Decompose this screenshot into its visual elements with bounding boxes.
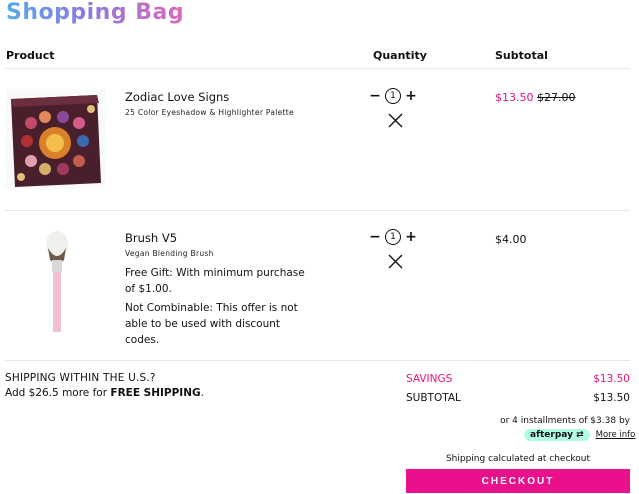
divider — [5, 360, 630, 361]
quantity-stepper: − 1 + — [368, 88, 418, 104]
quantity-value: 1 — [385, 229, 401, 245]
column-header-quantity: Quantity — [373, 49, 427, 62]
product-subtitle: Vegan Blending Brush — [125, 249, 214, 258]
close-icon[interactable] — [388, 113, 403, 132]
item-price: $4.00 — [495, 233, 527, 246]
combinable-note: Not Combinable: This offer is not able t… — [125, 302, 298, 346]
installments-text: or 4 installments of $3.38 — [500, 416, 617, 426]
item-price: $13.50 $27.00 — [495, 91, 576, 104]
gift-note: Free Gift: With minimum purchase of $1.0… — [125, 267, 305, 295]
column-header-subtotal: Subtotal — [495, 49, 548, 62]
shipping-message-prefix: Add $26.5 more for — [5, 387, 108, 399]
shipping-calculated-note: Shipping calculated at checkout — [445, 454, 591, 464]
original-price: $27.00 — [537, 91, 576, 104]
subtotal-value: $13.50 — [593, 392, 630, 404]
shipping-message-bold: FREE SHIPPING — [110, 387, 201, 399]
plus-icon[interactable]: + — [404, 230, 418, 244]
shipping-heading: SHIPPING WITHIN THE U.S.? — [5, 372, 156, 384]
plus-icon[interactable]: + — [404, 89, 418, 103]
column-header-product: Product — [6, 49, 55, 62]
divider — [5, 68, 630, 69]
quantity-stepper: − 1 + — [368, 229, 418, 245]
installments-by: by — [618, 416, 630, 426]
installments-line: or 4 installments of $3.38 by — [440, 416, 630, 426]
minus-icon[interactable]: − — [368, 89, 382, 103]
minus-icon[interactable]: − — [368, 230, 382, 244]
product-subtitle: 25 Color Eyeshadow & Highlighter Palette — [125, 108, 294, 117]
product-image-brush[interactable] — [40, 230, 74, 332]
afterpay-row: afterpay ⇄ More info — [524, 429, 635, 441]
afterpay-logo-icon: ⇄ — [576, 430, 584, 440]
product-name[interactable]: Zodiac Love Signs — [125, 90, 229, 104]
close-icon[interactable] — [388, 254, 403, 273]
product-name[interactable]: Brush V5 — [125, 231, 177, 245]
subtotal-label: SUBTOTAL — [406, 392, 461, 404]
savings-label: SAVINGS — [406, 373, 453, 385]
checkout-button[interactable]: CHECKOUT — [406, 469, 630, 493]
quantity-value: 1 — [385, 88, 401, 104]
afterpay-badge: afterpay ⇄ — [524, 429, 590, 441]
divider — [5, 210, 630, 211]
product-image-palette[interactable] — [5, 89, 105, 189]
shipping-message-suffix: . — [200, 387, 204, 399]
more-info-link[interactable]: More info — [596, 430, 636, 440]
sale-price: $13.50 — [495, 91, 534, 104]
free-shipping-message: Add $26.5 more for FREE SHIPPING. — [5, 387, 204, 399]
afterpay-label: afterpay — [530, 430, 573, 440]
savings-value: $13.50 — [593, 373, 630, 385]
page-title: Shopping Bag — [6, 0, 185, 25]
